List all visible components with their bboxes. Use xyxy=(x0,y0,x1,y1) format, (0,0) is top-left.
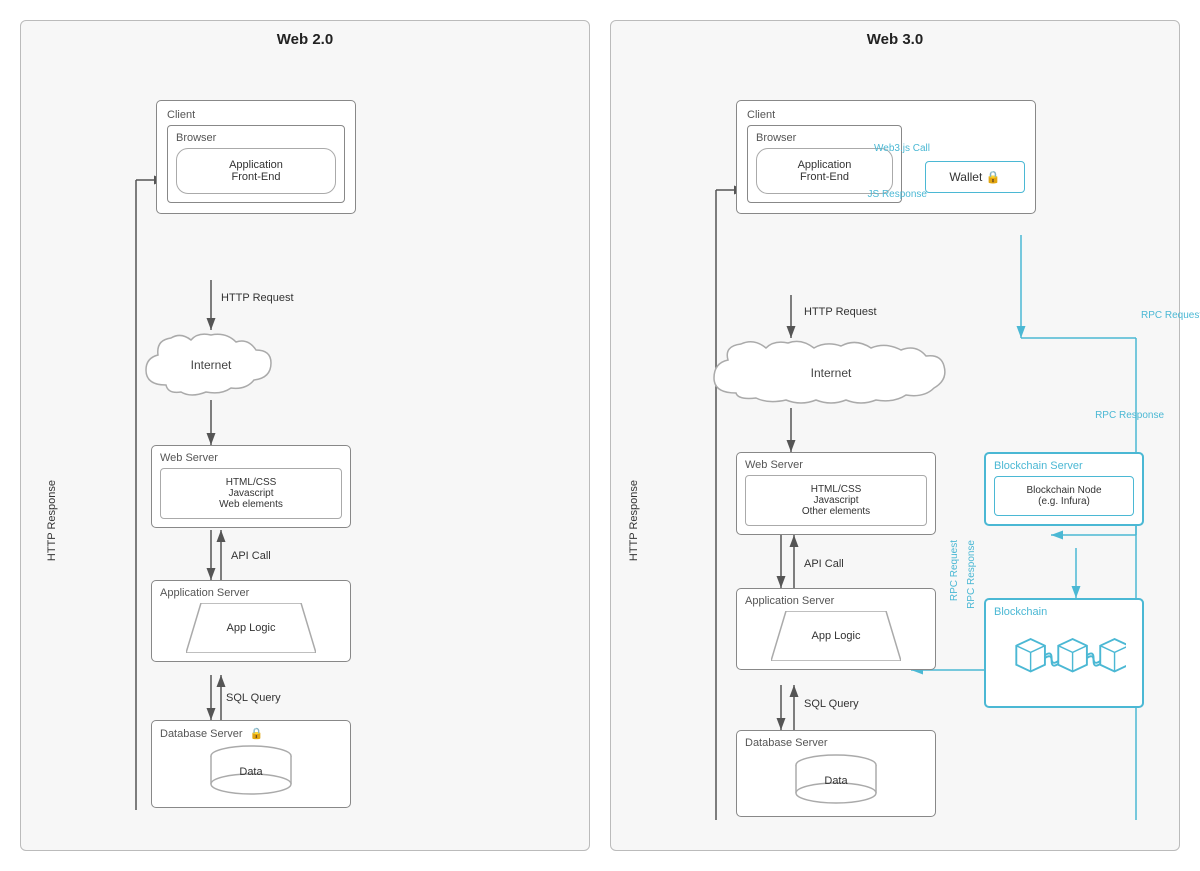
web3-applogic-label: App Logic xyxy=(812,630,861,642)
web3-api-call-label: API Call xyxy=(804,558,844,570)
web3-frontend-label: ApplicationFront-End xyxy=(798,159,852,183)
web2-api-call-label: API Call xyxy=(231,550,271,562)
web2-lock-icon: 🔒 xyxy=(250,728,264,740)
web2-dbserver-box: Database Server 🔒 Data xyxy=(151,720,351,808)
web3-blockchain-server-label: Blockchain Server xyxy=(994,460,1134,472)
web3-webserver-content: HTML/CSSJavascriptOther elements xyxy=(745,475,927,526)
web3-wallet-lock: 🔒 xyxy=(986,170,1001,184)
web2-http-response-label: HTTP Response xyxy=(46,480,58,561)
web2-box: Web 2.0 xyxy=(20,20,590,851)
web2-panel: Web 2.0 xyxy=(20,20,590,851)
web3-internet-cloud: Internet xyxy=(706,338,956,408)
web2-frontend-box: ApplicationFront-End xyxy=(176,148,336,194)
web3-title: Web 3.0 xyxy=(626,31,1164,48)
blockchain-cubes-svg xyxy=(1002,630,1126,690)
web2-applogic-label: App Logic xyxy=(227,622,276,634)
web2-browser-label: Browser xyxy=(176,132,336,144)
web3-sql-query-label: SQL Query xyxy=(804,698,859,710)
web2-title: Web 2.0 xyxy=(36,31,574,48)
web3-applogic-container: App Logic xyxy=(745,611,927,661)
web3-data-label: Data xyxy=(824,775,847,787)
web3-client-label: Client xyxy=(747,109,1025,121)
web3-http-request-label: HTTP Request xyxy=(804,306,877,318)
web3-rpc-mid-label: RPC Request xyxy=(949,540,960,601)
web3-js-response-label: JS Response xyxy=(868,189,927,200)
main-container: Web 2.0 xyxy=(0,0,1200,871)
web2-applogic-container: App Logic xyxy=(160,603,342,653)
web2-internet-cloud: Internet xyxy=(136,330,286,400)
web3-blockchain-cubes xyxy=(994,622,1134,698)
web2-browser-box: Browser ApplicationFront-End xyxy=(167,125,345,203)
web3-wallet-label: Wallet xyxy=(949,170,982,184)
web3-http-response-label: HTTP Response xyxy=(628,480,640,561)
web2-webserver-box: Web Server HTML/CSSJavascriptWeb element… xyxy=(151,445,351,528)
web3-blockchain-box: Blockchain xyxy=(984,598,1144,708)
web2-appserver-box: Application Server App Logic xyxy=(151,580,351,662)
web2-cylinder-container: Data xyxy=(160,744,342,799)
web2-webserver-content: HTML/CSSJavascriptWeb elements xyxy=(160,468,342,519)
web3-blockchain-node-box: Blockchain Node(e.g. Infura) xyxy=(994,476,1134,516)
web2-data-label: Data xyxy=(239,766,262,778)
web2-client-label: Client xyxy=(167,109,345,121)
web2-client-box: Client Browser ApplicationFront-End xyxy=(156,100,356,214)
web3-dbserver-box: Database Server Data xyxy=(736,730,936,817)
web2-internet-label: Internet xyxy=(136,358,286,372)
web2-webserver-label: Web Server xyxy=(160,452,342,464)
web3-internet-label: Internet xyxy=(706,366,956,380)
web3-appserver-label: Application Server xyxy=(745,595,927,607)
web2-http-request-label: HTTP Request xyxy=(221,292,294,304)
web3-webserver-label: Web Server xyxy=(745,459,927,471)
web3-wallet-box: Wallet 🔒 xyxy=(925,161,1025,193)
web2-appserver-label: Application Server xyxy=(160,587,342,599)
web3-client-box: Client Browser ApplicationFront-End Wall… xyxy=(736,100,1036,214)
web3-dbserver-label: Database Server xyxy=(745,737,927,749)
web3-cylinder-container: Data xyxy=(745,753,927,808)
web3-web3js-call-label: Web3.js Call xyxy=(874,143,930,154)
web2-diagram: Client Browser ApplicationFront-End HTTP… xyxy=(36,60,574,834)
web3-blockchain-server-box: Blockchain Server Blockchain Node(e.g. I… xyxy=(984,452,1144,526)
web3-webserver-box: Web Server HTML/CSSJavascriptOther eleme… xyxy=(736,452,936,535)
web2-frontend-label: ApplicationFront-End xyxy=(229,159,283,183)
web3-browser-label: Browser xyxy=(756,132,893,144)
web3-panel: Web 3.0 xyxy=(610,20,1180,851)
web2-sql-query-label: SQL Query xyxy=(226,692,281,704)
web3-blockchain-label: Blockchain xyxy=(994,606,1134,618)
web3-rpc-mid-response-label: RPC Response xyxy=(966,540,977,609)
web3-box: Web 3.0 xyxy=(610,20,1180,851)
web3-rpc-request-right-label: RPC Request xyxy=(1141,310,1200,321)
web3-appserver-box: Application Server App Logic xyxy=(736,588,936,670)
web2-dbserver-label: Database Server 🔒 xyxy=(160,727,342,740)
web3-diagram: Client Browser ApplicationFront-End Wall… xyxy=(626,60,1164,834)
web3-rpc-response-right-label: RPC Response xyxy=(1095,410,1164,421)
web3-frontend-box: ApplicationFront-End xyxy=(756,148,893,194)
